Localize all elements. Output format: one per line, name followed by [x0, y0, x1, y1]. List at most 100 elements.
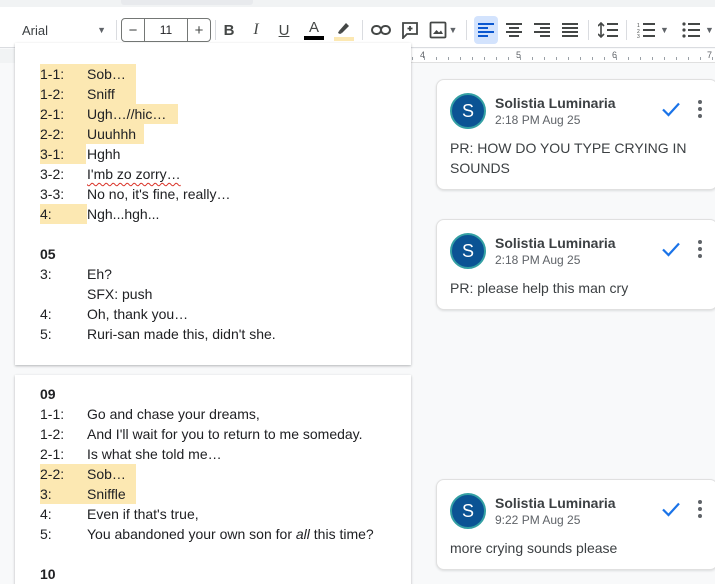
- ruler-tick: [628, 57, 629, 60]
- insert-image-button[interactable]: ▼: [426, 16, 460, 44]
- line-text-part: this time?: [309, 526, 374, 542]
- increase-font-size-button[interactable]: +: [188, 19, 210, 41]
- decrease-font-size-button[interactable]: −: [122, 19, 144, 41]
- line-text: Hghh: [87, 146, 121, 162]
- avatar: S: [450, 233, 486, 269]
- justify-button[interactable]: [558, 16, 582, 44]
- emphasis-text: all: [295, 526, 310, 542]
- more-options-icon[interactable]: [695, 97, 705, 121]
- line-text: I'mb zo zorry…: [87, 166, 181, 182]
- script-line: 1-2: And I'll wait for you to return to …: [15, 424, 411, 444]
- line-label: 3-3:: [40, 186, 65, 202]
- numbered-list-button[interactable]: 1 2 3 ▼: [634, 16, 672, 44]
- script-line: 5: Ruri-san made this, didn't she.: [15, 324, 411, 344]
- highlight-icon: [334, 23, 354, 41]
- add-comment-icon: [402, 22, 418, 39]
- ruler-tick: [412, 57, 413, 60]
- align-center-icon: [506, 23, 522, 37]
- comment-author: Solistia Luminaria: [495, 95, 616, 111]
- section-heading: 10: [40, 566, 56, 582]
- ruler-tick: [592, 57, 593, 60]
- resolve-check-icon[interactable]: [659, 237, 683, 261]
- line-text: SFX: push: [87, 286, 153, 302]
- more-options-icon[interactable]: [695, 497, 705, 521]
- resolve-check-icon[interactable]: [659, 97, 683, 121]
- menu-highlight: [121, 0, 253, 5]
- line-label: 3-2:: [40, 166, 65, 182]
- line-label: 5:: [40, 326, 52, 342]
- divider: [116, 20, 117, 40]
- ruler-tick: [676, 57, 677, 60]
- toolbar: Arial ▼ − 11 + B I U A ▼ 1 2 3 ▼ ▼: [0, 0, 715, 48]
- line-label: 3-1:: [40, 144, 86, 164]
- add-comment-button[interactable]: [398, 16, 422, 44]
- line-text: Oh, thank you…: [87, 306, 189, 322]
- script-line: 1-2: Sniff: [15, 84, 411, 104]
- ruler-tick: [616, 57, 617, 60]
- comment-card[interactable]: S Solistia Luminaria 2:18 PM Aug 25 PR: …: [436, 219, 715, 310]
- underline-button[interactable]: U: [273, 16, 295, 44]
- line-spacing-button[interactable]: [596, 16, 620, 44]
- align-right-button[interactable]: [530, 16, 554, 44]
- chevron-down-icon: ▼: [97, 25, 106, 35]
- align-left-button[interactable]: [474, 16, 498, 44]
- insert-link-button[interactable]: [368, 16, 394, 44]
- more-options-icon[interactable]: [695, 237, 705, 261]
- comment-body: PR: please help this man cry: [450, 280, 629, 296]
- line-text: Sniffle: [87, 486, 126, 502]
- svg-text:3: 3: [637, 34, 640, 38]
- ruler-tick: [640, 57, 641, 60]
- highlight-color-button[interactable]: [332, 16, 356, 44]
- comment-card[interactable]: S Solistia Luminaria 9:22 PM Aug 25 more…: [436, 479, 715, 570]
- ruler-tick: [532, 57, 533, 60]
- align-left-icon: [478, 23, 494, 37]
- ruler-tick: [544, 57, 545, 60]
- comment-body: more crying sounds please: [450, 540, 618, 556]
- line-text: Sob…: [87, 66, 126, 82]
- insert-image-icon: [429, 21, 446, 39]
- ruler-tick: [496, 57, 497, 60]
- bulleted-list-button[interactable]: ▼: [680, 16, 715, 44]
- resolve-check-icon[interactable]: [659, 497, 683, 521]
- comment-author: Solistia Luminaria: [495, 235, 616, 251]
- font-size-input[interactable]: 11: [144, 19, 188, 41]
- line-label: 4:: [40, 204, 87, 224]
- align-center-button[interactable]: [502, 16, 526, 44]
- text-color-button[interactable]: A: [302, 16, 326, 44]
- comment-card[interactable]: S Solistia Luminaria 2:18 PM Aug 25 PR: …: [436, 79, 715, 190]
- line-spacing-icon: [598, 22, 618, 38]
- script-line: 4: Ngh...hgh...: [15, 204, 411, 224]
- bold-button[interactable]: B: [218, 16, 240, 44]
- comment-timestamp: 9:22 PM Aug 25: [495, 513, 581, 527]
- ruler-tick: [712, 57, 713, 60]
- ruler-tick: [688, 57, 689, 60]
- script-line: SFX: push: [15, 284, 411, 304]
- divider: [362, 20, 363, 40]
- avatar: S: [450, 93, 486, 129]
- chevron-down-icon: ▼: [660, 25, 669, 35]
- font-family-select[interactable]: Arial ▼: [12, 16, 114, 44]
- ruler-tick: [472, 57, 473, 60]
- avatar: S: [450, 493, 486, 529]
- comment-timestamp: 2:18 PM Aug 25: [495, 113, 581, 127]
- script-line: 3: Eh?: [15, 264, 411, 284]
- ruler-tick: [604, 57, 605, 60]
- script-line: 4: Even if that's true,: [15, 504, 411, 524]
- section-heading: 09: [40, 386, 56, 402]
- line-text: Uuuhhh: [87, 126, 137, 142]
- line-label: 5:: [40, 526, 52, 542]
- font-size-control: − 11 +: [121, 18, 211, 42]
- line-text-part: You abandoned your own son for: [87, 526, 296, 542]
- document-page[interactable]: 1-1: Sob… 1-2: Sniff 2-1: Ugh…//hic… 2-2…: [15, 43, 411, 365]
- document-page[interactable]: 09 1-1: Go and chase your dreams, 1-2: A…: [15, 375, 411, 584]
- script-line: 1-1: Go and chase your dreams,: [15, 404, 411, 424]
- script-line: 3-1: Hghh: [15, 144, 411, 164]
- ruler-tick: [424, 57, 425, 60]
- line-text: No no, it's fine, really…: [87, 186, 231, 202]
- divider: [626, 20, 627, 40]
- italic-button[interactable]: I: [245, 16, 267, 44]
- link-icon: [371, 25, 391, 35]
- script-line: 1-1: Sob…: [15, 64, 411, 84]
- line-label: 3:: [40, 266, 52, 282]
- line-text: You abandoned your own son for all this …: [87, 524, 374, 544]
